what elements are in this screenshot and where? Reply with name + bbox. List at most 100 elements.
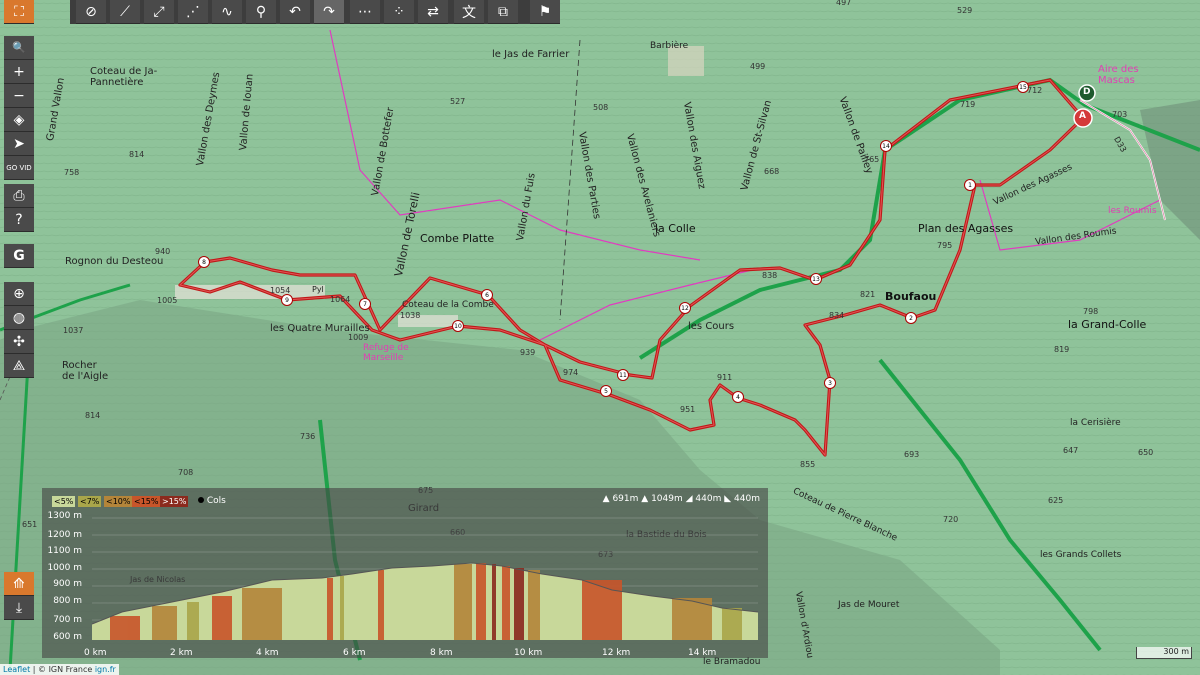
y-tick: 1200 m	[47, 530, 82, 540]
spot-elevation: 736	[300, 432, 316, 441]
spot-elevation: 1009	[348, 333, 369, 342]
x-tick: 0 km	[84, 648, 107, 658]
spot-elevation: 834	[829, 311, 845, 320]
spot-elevation: 1005	[157, 296, 178, 305]
zoom-out-button[interactable]: −	[4, 84, 34, 108]
route-icon: ⋰	[186, 3, 200, 20]
toolbar-button-route[interactable]: ⋰	[178, 0, 208, 24]
waypoint[interactable]: 13	[810, 273, 822, 285]
locate-icon: ➤	[13, 135, 25, 152]
spot-elevation: 758	[64, 168, 80, 177]
spot-elevation: 708	[178, 468, 194, 477]
zoom-in-button[interactable]: +	[4, 60, 34, 84]
x-tick: 12 km	[602, 648, 631, 658]
toolbar-button-draw-line[interactable]: ⟋	[110, 0, 140, 24]
x-tick: 8 km	[430, 648, 453, 658]
waypoint[interactable]: 6	[481, 289, 493, 301]
spot-elevation: 1054	[270, 286, 291, 295]
toolbar-button-undo[interactable]: ↶	[280, 0, 310, 24]
spot-elevation: 939	[520, 348, 536, 357]
google-button[interactable]: G	[4, 244, 34, 268]
spot-elevation: 798	[1083, 307, 1099, 316]
attribution: Leaflet | © IGN France ign.fr	[0, 664, 119, 675]
download-button[interactable]: ⤓	[4, 596, 34, 620]
waypoint[interactable]: 12	[679, 302, 691, 314]
google-icon: G	[13, 247, 25, 264]
network-button[interactable]: ✣	[4, 330, 34, 354]
fullscreen-icon: ⛶	[14, 3, 24, 20]
toolbar-button-route-alt[interactable]: ∿	[212, 0, 242, 24]
layers-button[interactable]: ◈	[4, 108, 34, 132]
x-tick: 6 km	[343, 648, 366, 658]
waypoint[interactable]: 1	[964, 179, 976, 191]
waypoint[interactable]: 9	[281, 294, 293, 306]
legend-slope: >15%	[160, 496, 189, 507]
toolbar-button-marker[interactable]: ⚑	[530, 0, 560, 24]
scale-bar: 300 m	[1136, 647, 1192, 659]
spot-elevation: 499	[750, 62, 766, 71]
redo-icon: ↷	[323, 3, 335, 20]
start-marker-label[interactable]: A	[1079, 111, 1086, 121]
spot-elevation: 712	[1027, 86, 1043, 95]
y-tick: 800 m	[53, 596, 82, 606]
elevation-profile-panel[interactable]: <5% <7% <10% <15% >15% Cols ▲ 691m ▲ 104…	[42, 488, 768, 658]
left-button-search[interactable]: 🔍	[4, 36, 34, 60]
toolbar-button-layers-copy[interactable]: ⧉	[488, 0, 518, 24]
locate-button[interactable]: ➤	[4, 132, 34, 156]
zoom-out-icon: −	[13, 87, 25, 104]
end-marker-label[interactable]: D	[1083, 87, 1090, 97]
leaflet-link[interactable]: Leaflet	[3, 665, 30, 674]
spot-elevation: 668	[764, 167, 780, 176]
waypoint[interactable]: 11	[617, 369, 629, 381]
print-button[interactable]: ⎙	[4, 184, 34, 208]
spot-elevation: 647	[1063, 446, 1079, 455]
stat-min: 1049m	[651, 494, 683, 504]
waypoint[interactable]: 14	[880, 140, 892, 152]
elevation-profile-button[interactable]: ⟰	[4, 572, 34, 596]
legend-slope: <15%	[132, 496, 161, 507]
toolbar-button-nodes[interactable]: ⋯	[350, 0, 380, 24]
globe-button[interactable]: ◍	[4, 306, 34, 330]
triangle-button[interactable]: ⟁	[4, 354, 34, 378]
triangle-icon: ⟁	[12, 357, 26, 374]
waypoint[interactable]: 4	[732, 391, 744, 403]
waypoint[interactable]: 7	[359, 298, 371, 310]
layers-icon: ◈	[13, 111, 25, 128]
spot-elevation: 814	[85, 411, 101, 420]
ascent-icon: ◢	[685, 494, 693, 504]
help-button[interactable]: ?	[4, 208, 34, 232]
layers-copy-icon: ⧉	[498, 3, 508, 20]
y-tick: 700 m	[53, 615, 82, 625]
ign-link[interactable]: ign.fr	[95, 665, 116, 674]
zoom-in-icon: +	[13, 63, 25, 80]
crosshair-button[interactable]: ⊕	[4, 282, 34, 306]
spot-elevation: 838	[762, 271, 778, 280]
cols-label: Cols	[206, 496, 226, 506]
fullscreen-button[interactable]: ⛶	[4, 0, 34, 24]
waypoint[interactable]: 5	[600, 385, 612, 397]
toolbar-button-redo[interactable]: ↷	[314, 0, 344, 24]
legend-slope: <10%	[104, 496, 133, 507]
spot-elevation: 650	[1138, 448, 1154, 457]
y-tick: 1300 m	[47, 511, 82, 521]
profile-chart[interactable]	[92, 516, 758, 640]
spot-elevation: 814	[129, 150, 145, 159]
waypoint[interactable]: 3	[824, 377, 836, 389]
toolbar-button-bike[interactable]: ⚲	[246, 0, 276, 24]
toolbar-button-hide[interactable]: ⊘	[76, 0, 106, 24]
waypoint[interactable]: 10	[452, 320, 464, 332]
legend-slope: <7%	[78, 496, 102, 507]
toolbar-button-draw-segment[interactable]: ⤢	[144, 0, 174, 24]
waypoint[interactable]: 2	[905, 312, 917, 324]
spot-elevation: 1064	[330, 295, 351, 304]
spot-elevation: 529	[957, 6, 973, 15]
spot-elevation: 951	[680, 405, 696, 414]
route-alt-icon: ∿	[221, 3, 233, 20]
toolbar-button-translate[interactable]: 文	[454, 0, 484, 24]
spot-elevation: 720	[943, 515, 959, 524]
waypoint[interactable]: 8	[198, 256, 210, 268]
govid-button[interactable]: GO VID	[4, 156, 34, 180]
download-icon: ⤓	[15, 599, 23, 616]
toolbar-button-points[interactable]: ⁘	[384, 0, 414, 24]
toolbar-button-reverse[interactable]: ⇄	[418, 0, 448, 24]
